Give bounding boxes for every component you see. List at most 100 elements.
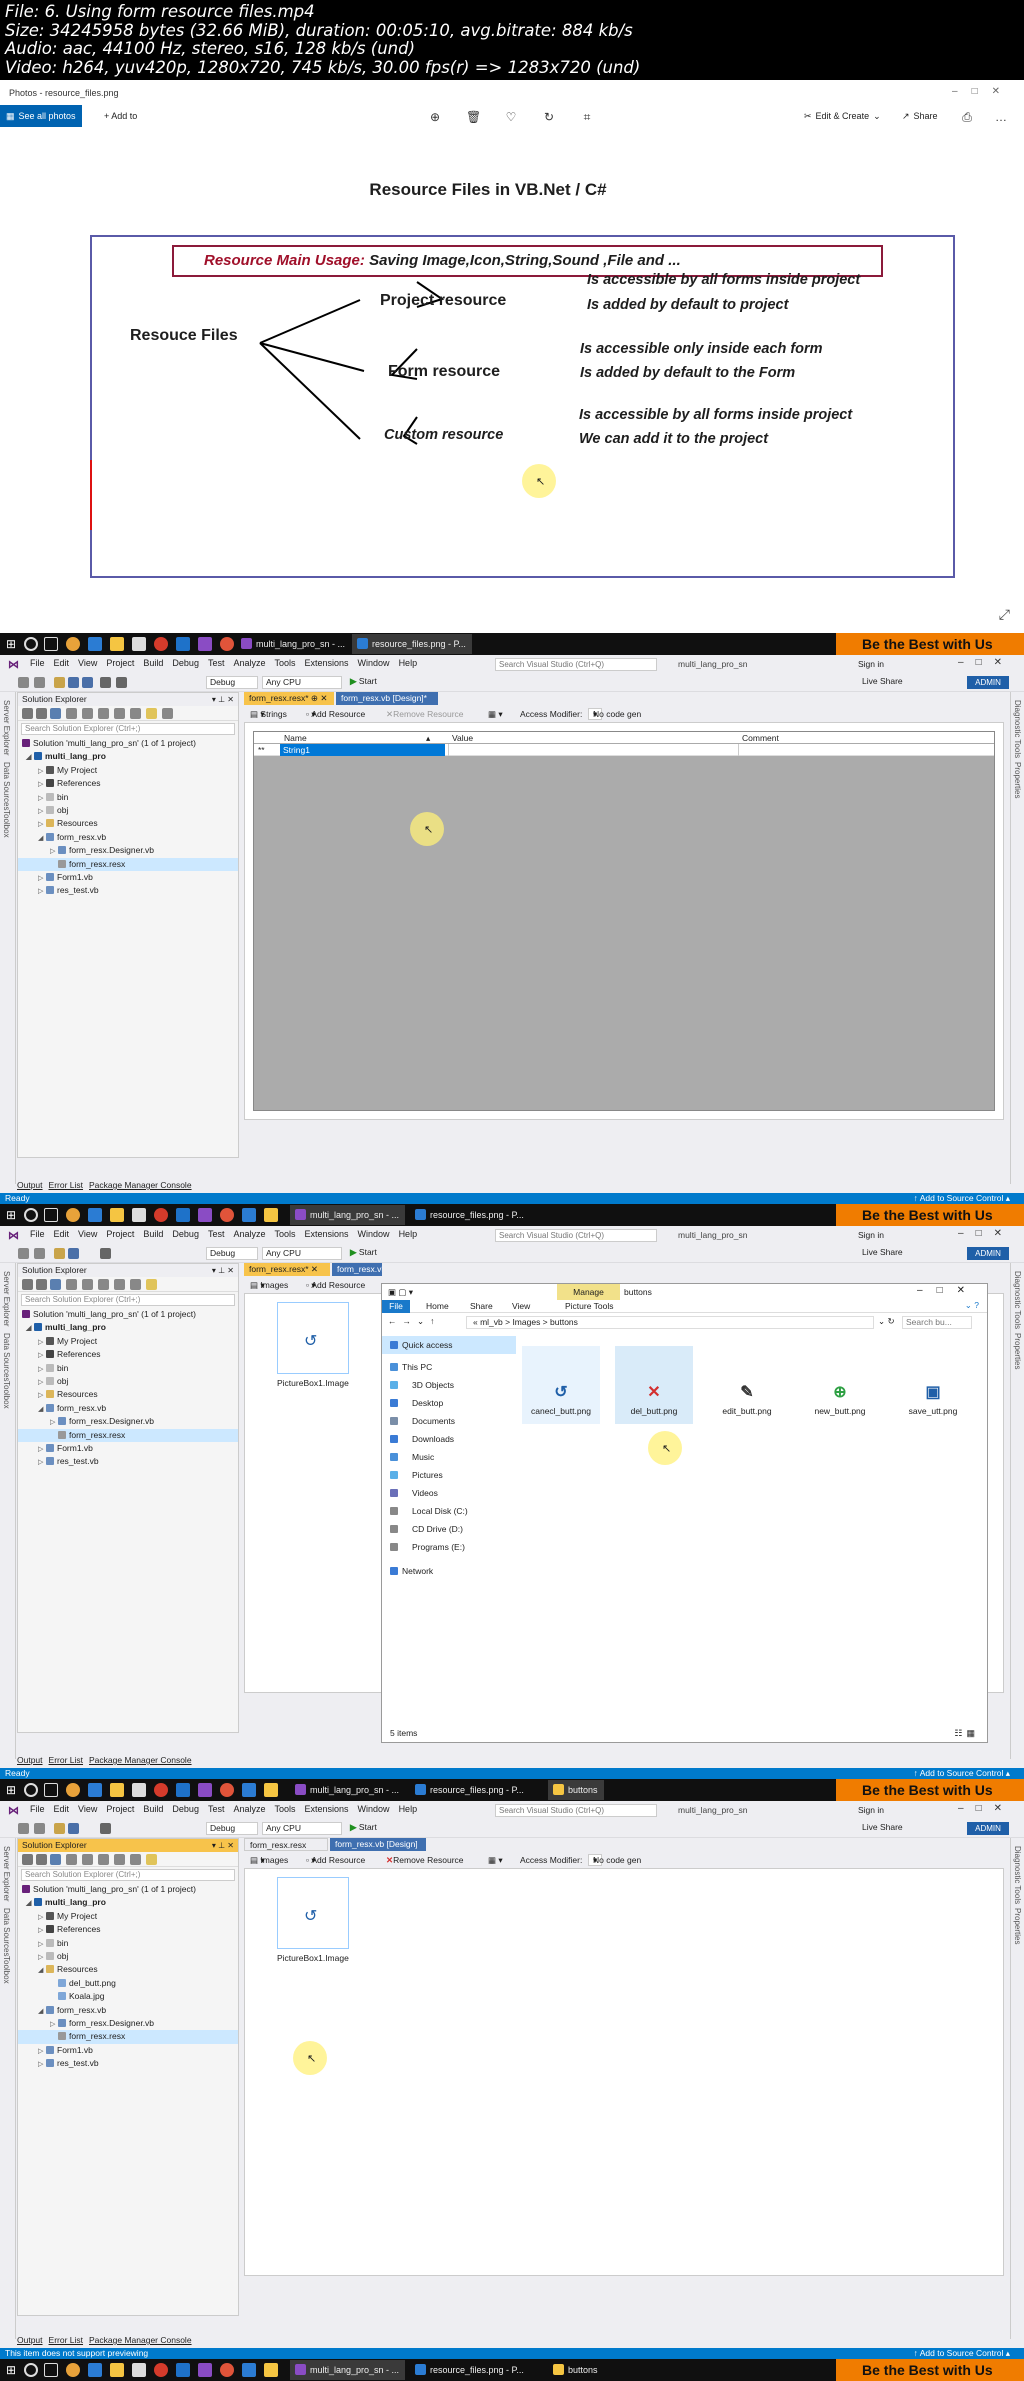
file-item[interactable]: ✎ edit_butt.png: [708, 1346, 786, 1424]
properties-icon[interactable]: [130, 708, 141, 719]
menu-edit[interactable]: Edit: [54, 1229, 70, 1239]
menu-help[interactable]: Help: [399, 658, 418, 668]
tree-item[interactable]: ▷ obj: [18, 1950, 238, 1963]
toolbox-tab[interactable]: Toolbox: [2, 1381, 11, 1409]
access-modifier-select[interactable]: No code gen ▾: [588, 1854, 641, 1866]
collapse-icon[interactable]: [98, 1279, 109, 1290]
calculator-icon[interactable]: [132, 2363, 146, 2377]
diagnostic-tools-tab[interactable]: Diagnostic Tools: [1013, 1846, 1022, 1904]
tab-resx[interactable]: form_resx.resx: [244, 1838, 328, 1851]
file-item[interactable]: ▣ save_utt.png: [894, 1346, 972, 1424]
live-share-button[interactable]: Live Share: [862, 1247, 903, 1257]
window-controls[interactable]: –□✕: [917, 1285, 979, 1296]
data-sources-tab[interactable]: Data Sources: [2, 762, 11, 810]
sign-in-link[interactable]: Sign in: [858, 1805, 884, 1815]
collapse-icon[interactable]: [98, 708, 109, 719]
chrome-icon[interactable]: [66, 2363, 80, 2377]
add-resource-button[interactable]: ▫ Add Resource ▾: [306, 1278, 365, 1292]
solution-search-input[interactable]: Search Solution Explorer (Ctrl+;): [21, 1869, 235, 1881]
pin-icon[interactable]: ⊕ ✕: [311, 693, 328, 703]
menu-file[interactable]: File: [30, 658, 45, 668]
edge-icon[interactable]: [88, 637, 102, 651]
platform-select[interactable]: Any CPU: [262, 1822, 342, 1835]
ribbon-tab-view[interactable]: View: [512, 1301, 530, 1311]
views-dropdown[interactable]: ▦ ▾: [488, 1853, 503, 1867]
photos-icon[interactable]: [242, 1208, 256, 1222]
column-header-name[interactable]: Name: [284, 733, 307, 743]
package-manager-tab[interactable]: Package Manager Console: [89, 2335, 192, 2346]
taskbar-app-photos[interactable]: resource_files.png - P...: [352, 634, 472, 654]
menu-file[interactable]: File: [30, 1804, 45, 1814]
properties-tab[interactable]: Properties: [1013, 762, 1022, 798]
show-all-files-icon[interactable]: [114, 1854, 125, 1865]
tree-item-solution[interactable]: Solution 'multi_lang_pro_sn' (1 of 1 pro…: [18, 737, 238, 750]
properties-tab[interactable]: Properties: [1013, 1333, 1022, 1369]
redo-icon[interactable]: [116, 677, 127, 688]
menu-window[interactable]: Window: [358, 1804, 390, 1814]
tree-item[interactable]: ▷ form_resx.Designer.vb: [18, 844, 238, 857]
tree-item[interactable]: ▷ Form1.vb: [18, 1442, 238, 1455]
menu-test[interactable]: Test: [208, 658, 225, 668]
column-header-comment[interactable]: Comment: [742, 733, 779, 743]
live-share-button[interactable]: Live Share: [862, 676, 903, 686]
strings-dropdown[interactable]: ▤ Strings ▾: [250, 707, 287, 721]
forward-icon[interactable]: [36, 1854, 47, 1865]
refresh-icon[interactable]: [82, 708, 93, 719]
undo-icon[interactable]: [100, 1823, 111, 1834]
file-item[interactable]: ↺ canecl_butt.png: [522, 1346, 600, 1424]
save-all-icon[interactable]: [82, 677, 93, 688]
show-all-files-icon[interactable]: [114, 1279, 125, 1290]
path-field[interactable]: « ml_vb > Images > buttons: [466, 1316, 874, 1329]
taskbar-app-photos[interactable]: resource_files.png - P...: [410, 1780, 530, 1800]
server-explorer-tab[interactable]: Server Explorer: [2, 700, 11, 756]
more-icon[interactable]: …: [994, 110, 1008, 124]
tree-item-project[interactable]: ◢ multi_lang_pro: [18, 1321, 238, 1334]
remove-resource-button[interactable]: ✕ Remove Resource: [386, 1853, 464, 1867]
tree-item[interactable]: ▷ References: [18, 1348, 238, 1361]
vs-search-input[interactable]: Search Visual Studio (Ctrl+Q): [495, 1804, 657, 1817]
tree-item[interactable]: ▷ bin: [18, 791, 238, 804]
pin-icon[interactable]: ▾ ⊥ ✕: [212, 1264, 234, 1277]
chrome-icon[interactable]: [66, 637, 80, 651]
refresh-icon[interactable]: [82, 1279, 93, 1290]
tree-item[interactable]: ▷ References: [18, 1923, 238, 1936]
nav-item[interactable]: Local Disk (C:): [382, 1502, 516, 1520]
window-controls[interactable]: –□✕: [958, 1228, 1014, 1239]
tree-item-project[interactable]: ◢ multi_lang_pro: [18, 750, 238, 763]
tree-item[interactable]: form_resx.resx: [18, 2030, 238, 2044]
photos-icon[interactable]: [242, 1783, 256, 1797]
nav-arrows-icon[interactable]: ←→⌄↑: [388, 1316, 440, 1327]
home-icon[interactable]: [50, 1279, 61, 1290]
nav-item[interactable]: Videos: [382, 1484, 516, 1502]
menu-analyze[interactable]: Analyze: [233, 1804, 265, 1814]
properties-tab[interactable]: Properties: [1013, 1908, 1022, 1944]
file-explorer-icon[interactable]: [110, 2363, 124, 2377]
folder-search-input[interactable]: Search bu...: [902, 1316, 972, 1329]
windows-start-icon[interactable]: ⊞: [4, 1208, 18, 1222]
menu-analyze[interactable]: Analyze: [233, 1229, 265, 1239]
back-icon[interactable]: [18, 1248, 29, 1259]
vs-search-input[interactable]: Search Visual Studio (Ctrl+Q): [495, 1229, 657, 1242]
zoom-icon[interactable]: ⊕: [428, 110, 442, 124]
menu-file[interactable]: File: [30, 1229, 45, 1239]
folder-icon[interactable]: [264, 2363, 278, 2377]
save-icon[interactable]: [68, 1823, 79, 1834]
tree-item-project[interactable]: ◢ multi_lang_pro: [18, 1896, 238, 1909]
add-resource-button[interactable]: ▫ Add Resource ▾: [306, 707, 365, 721]
calculator-icon[interactable]: [132, 1783, 146, 1797]
menu-window[interactable]: Window: [358, 1229, 390, 1239]
home-icon[interactable]: [50, 1854, 61, 1865]
platform-select[interactable]: Any CPU: [262, 676, 342, 689]
tree-item[interactable]: ▷ Resources: [18, 817, 238, 830]
menu-test[interactable]: Test: [208, 1229, 225, 1239]
menu-build[interactable]: Build: [143, 1804, 163, 1814]
image-resource-thumb[interactable]: ↺: [277, 1877, 349, 1949]
rotate-icon[interactable]: ↻: [542, 110, 556, 124]
output-tab[interactable]: Output: [17, 2335, 43, 2346]
tree-item[interactable]: ▷ My Project: [18, 1335, 238, 1348]
toolbox-tab[interactable]: Toolbox: [2, 810, 11, 838]
config-select[interactable]: Debug: [206, 1822, 258, 1835]
table-row[interactable]: ** String1: [254, 744, 994, 756]
diagnostic-tools-tab[interactable]: Diagnostic Tools: [1013, 1271, 1022, 1329]
tree-item[interactable]: ▷ My Project: [18, 1910, 238, 1923]
